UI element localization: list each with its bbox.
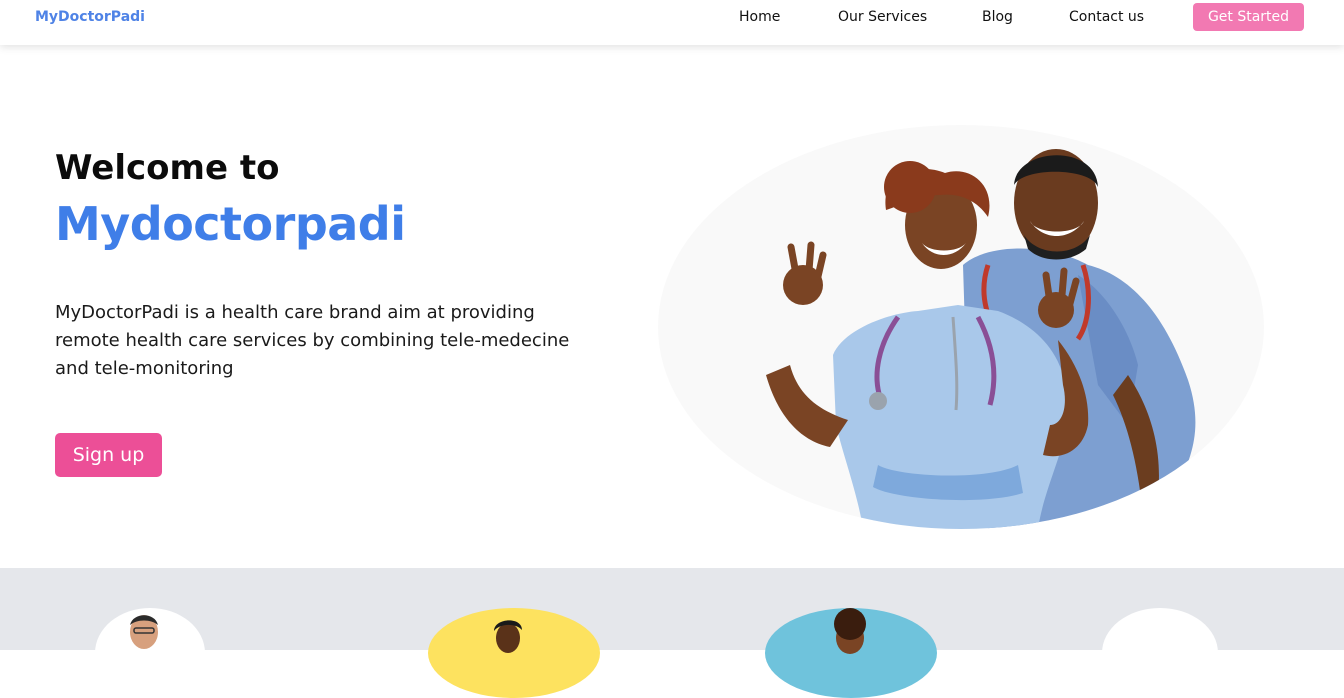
avatar-doctor-1 — [95, 608, 205, 698]
hero-image — [658, 125, 1264, 529]
nav-link-blog[interactable]: Blog — [982, 9, 1013, 25]
sign-up-button[interactable]: Sign up — [55, 433, 162, 477]
avatar-doctor-2 — [428, 608, 600, 698]
get-started-button[interactable]: Get Started — [1193, 3, 1304, 31]
navbar: MyDoctorPadi Home Our Services Blog Cont… — [0, 0, 1344, 45]
doctor-avatar-2 — [494, 620, 522, 653]
nav-link-contact-us[interactable]: Contact us — [1069, 9, 1144, 25]
brand-logo[interactable]: MyDoctorPadi — [35, 9, 145, 25]
hero-description: MyDoctorPadi is a health care brand aim … — [55, 302, 570, 379]
hero-title: Mydoctorpadi — [55, 197, 406, 251]
doctors-image — [766, 149, 1196, 529]
doctor-avatar-1 — [130, 615, 158, 649]
avatar-doctor-3 — [765, 608, 937, 698]
nav-link-our-services[interactable]: Our Services — [838, 9, 927, 25]
hero-eyebrow: Welcome to — [55, 148, 280, 188]
doctor-avatar-3 — [834, 608, 866, 654]
doctor-avatar-4 — [1102, 608, 1218, 698]
nav-link-home[interactable]: Home — [739, 9, 780, 25]
avatar-doctor-4 — [1102, 608, 1218, 698]
